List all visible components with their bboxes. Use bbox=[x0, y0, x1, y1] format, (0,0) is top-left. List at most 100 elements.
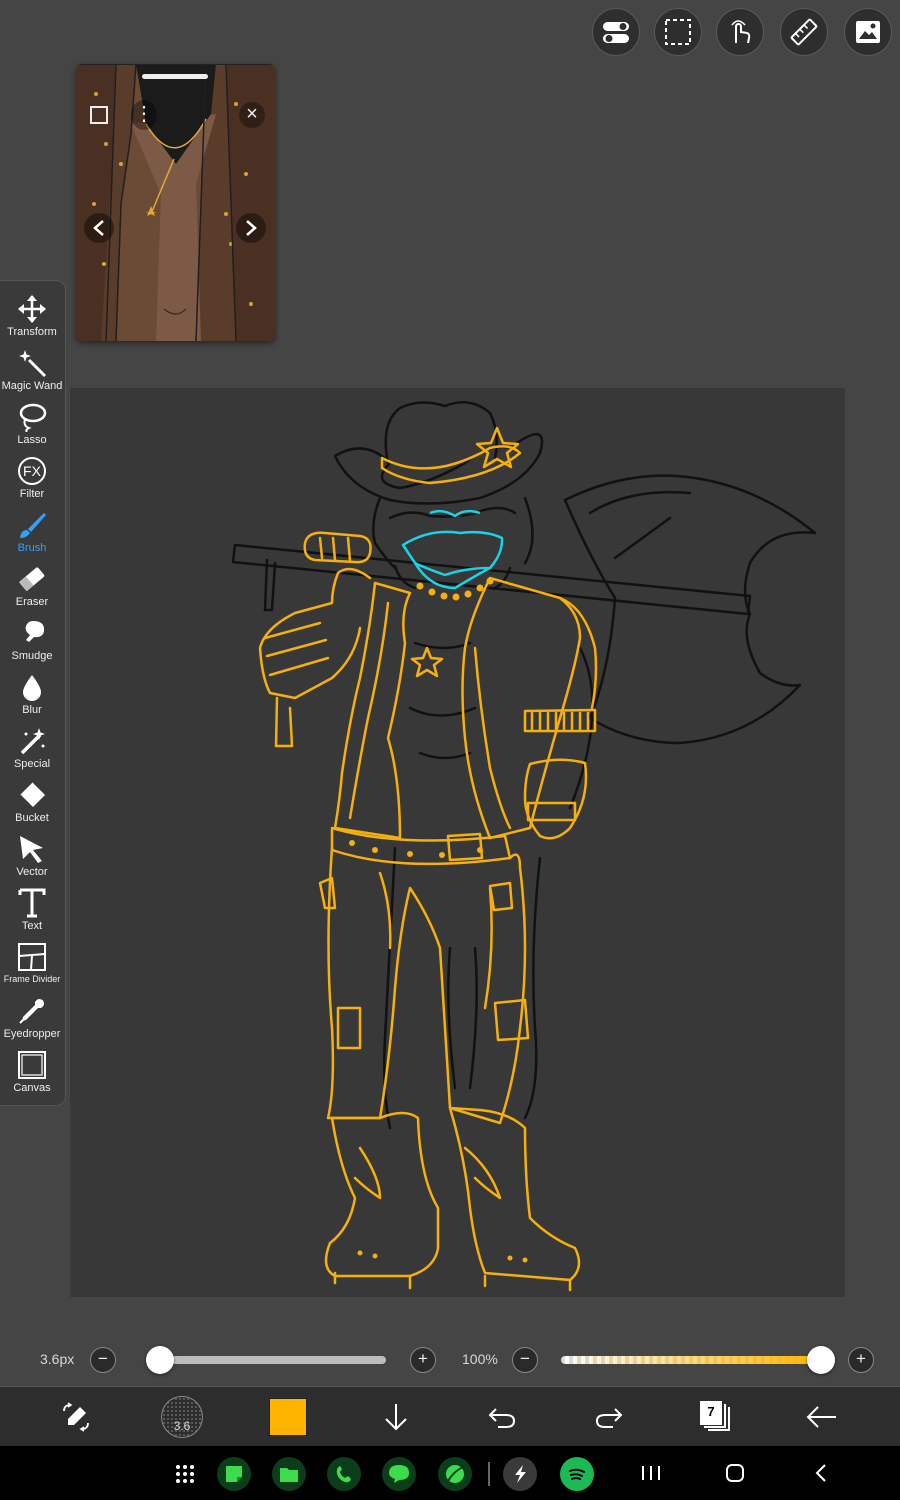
color-picker-button[interactable] bbox=[264, 1393, 312, 1441]
tool-label: Blur bbox=[22, 704, 42, 716]
tool-canvas[interactable]: Canvas bbox=[0, 1045, 64, 1099]
touch-gesture-icon bbox=[731, 20, 751, 44]
reference-window[interactable]: ⋮ × bbox=[76, 64, 275, 341]
toggle-settings-icon bbox=[603, 22, 629, 43]
tool-label: Eraser bbox=[15, 596, 49, 608]
tool-label: Filter bbox=[19, 488, 45, 500]
svg-text:FX: FX bbox=[23, 463, 42, 479]
magic-wand-icon bbox=[15, 347, 49, 379]
ruler-icon bbox=[790, 18, 818, 46]
nav-back-icon[interactable] bbox=[812, 1462, 832, 1484]
layer-count: 7 bbox=[700, 1401, 722, 1425]
opacity-slider-knob[interactable] bbox=[807, 1346, 835, 1374]
brush-size-slider[interactable] bbox=[146, 1356, 386, 1364]
brush-size-slider-knob[interactable] bbox=[146, 1346, 174, 1374]
notes-app-icon[interactable] bbox=[217, 1457, 251, 1491]
tool-label: Smudge bbox=[11, 650, 53, 662]
undo-icon bbox=[488, 1408, 516, 1428]
canvas-icon bbox=[15, 1049, 49, 1081]
tool-label: Special bbox=[13, 758, 51, 770]
tool-smudge[interactable]: Smudge bbox=[0, 613, 64, 667]
tool-label: Frame Divider bbox=[3, 974, 61, 984]
size-decrease-button[interactable]: − bbox=[90, 1347, 116, 1373]
layers-button[interactable]: 7 bbox=[692, 1393, 740, 1441]
drawing-canvas[interactable] bbox=[70, 388, 845, 1297]
ibis-paint-app-icon[interactable] bbox=[503, 1457, 537, 1491]
eyedropper-icon bbox=[15, 995, 49, 1027]
opacity-decrease-button[interactable]: − bbox=[512, 1347, 538, 1373]
fx-icon: FX bbox=[15, 455, 49, 487]
more-vertical-icon[interactable]: ⋮ bbox=[131, 100, 157, 130]
tool-label: Magic Wand bbox=[1, 380, 63, 392]
tool-label: Transform bbox=[7, 326, 57, 338]
system-navigation-bar bbox=[0, 1446, 900, 1500]
size-increase-button[interactable]: + bbox=[410, 1347, 436, 1373]
gallery-icon bbox=[856, 21, 880, 43]
ruler-button[interactable] bbox=[780, 8, 828, 56]
back-button[interactable] bbox=[798, 1393, 846, 1441]
selection-icon bbox=[665, 19, 691, 45]
ibis-paint-screen: ⋮ × Transform Magic Wand Lasso FX Filter… bbox=[0, 0, 900, 1500]
brush-icon bbox=[15, 509, 49, 541]
touch-gesture-button[interactable] bbox=[716, 8, 764, 56]
current-color-swatch bbox=[269, 1398, 307, 1436]
redo-icon bbox=[595, 1408, 623, 1428]
tool-label: Eyedropper bbox=[3, 1028, 61, 1040]
tool-text[interactable]: Text bbox=[0, 883, 64, 937]
selection-button[interactable] bbox=[654, 8, 702, 56]
expand-icon[interactable] bbox=[90, 106, 108, 124]
tool-special[interactable]: Special bbox=[0, 721, 64, 775]
tool-frame-divider[interactable]: Frame Divider bbox=[0, 937, 64, 991]
spotify-app-icon[interactable] bbox=[560, 1457, 594, 1491]
tool-label: Canvas bbox=[13, 1082, 51, 1094]
tool-eyedropper[interactable]: Eyedropper bbox=[0, 991, 64, 1045]
vector-arrow-icon bbox=[15, 833, 49, 865]
drag-handle-icon[interactable] bbox=[142, 74, 208, 79]
artwork-lineart bbox=[231, 401, 817, 1292]
tool-magic-wand[interactable]: Magic Wand bbox=[0, 343, 64, 397]
tool-lasso[interactable]: Lasso bbox=[0, 397, 64, 451]
tool-label: Text bbox=[21, 920, 43, 932]
undo-button[interactable] bbox=[478, 1393, 526, 1441]
brush-size-button[interactable]: 3.6 bbox=[158, 1393, 206, 1441]
tool-blur[interactable]: Blur bbox=[0, 667, 64, 721]
browser-app-icon[interactable] bbox=[438, 1457, 472, 1491]
tool-eraser[interactable]: Eraser bbox=[0, 559, 64, 613]
lasso-icon bbox=[15, 401, 49, 433]
tool-transform[interactable]: Transform bbox=[0, 289, 64, 343]
tool-bucket[interactable]: Bucket bbox=[0, 775, 64, 829]
redo-button[interactable] bbox=[585, 1393, 633, 1441]
app-drawer-icon[interactable] bbox=[168, 1457, 202, 1491]
arrow-left-icon bbox=[806, 1406, 836, 1428]
toggle-settings-button[interactable] bbox=[592, 8, 640, 56]
files-app-icon[interactable] bbox=[272, 1457, 306, 1491]
gallery-button[interactable] bbox=[844, 8, 892, 56]
brush-size-value: 3.6px bbox=[40, 1351, 75, 1367]
download-button[interactable] bbox=[372, 1393, 420, 1441]
chevron-left-icon[interactable] bbox=[84, 213, 114, 243]
brush-eraser-swap-button[interactable] bbox=[52, 1393, 100, 1441]
tool-label: Lasso bbox=[17, 434, 47, 446]
tool-filter[interactable]: FX Filter bbox=[0, 451, 64, 505]
move-arrows-icon bbox=[15, 293, 49, 325]
tool-label: Brush bbox=[17, 542, 47, 554]
bottom-toolbar: 3.6 7 bbox=[0, 1386, 900, 1446]
recent-apps-icon[interactable] bbox=[638, 1464, 664, 1482]
opacity-increase-button[interactable]: + bbox=[848, 1347, 874, 1373]
swap-tool-icon bbox=[63, 1402, 89, 1432]
close-icon[interactable]: × bbox=[239, 102, 265, 128]
dock-divider bbox=[488, 1462, 490, 1486]
tool-vector[interactable]: Vector bbox=[0, 829, 64, 883]
frame-divider-icon bbox=[15, 941, 49, 973]
opacity-slider[interactable] bbox=[561, 1356, 821, 1364]
bucket-icon bbox=[15, 779, 49, 811]
tool-label: Bucket bbox=[15, 812, 49, 824]
text-icon bbox=[15, 887, 49, 919]
home-icon[interactable] bbox=[725, 1463, 745, 1483]
tool-brush[interactable]: Brush bbox=[0, 505, 64, 559]
phone-app-icon[interactable] bbox=[327, 1457, 361, 1491]
smudge-icon bbox=[15, 617, 49, 649]
messages-app-icon[interactable] bbox=[382, 1457, 416, 1491]
chevron-right-icon[interactable] bbox=[236, 213, 266, 243]
special-wand-icon bbox=[15, 725, 49, 757]
